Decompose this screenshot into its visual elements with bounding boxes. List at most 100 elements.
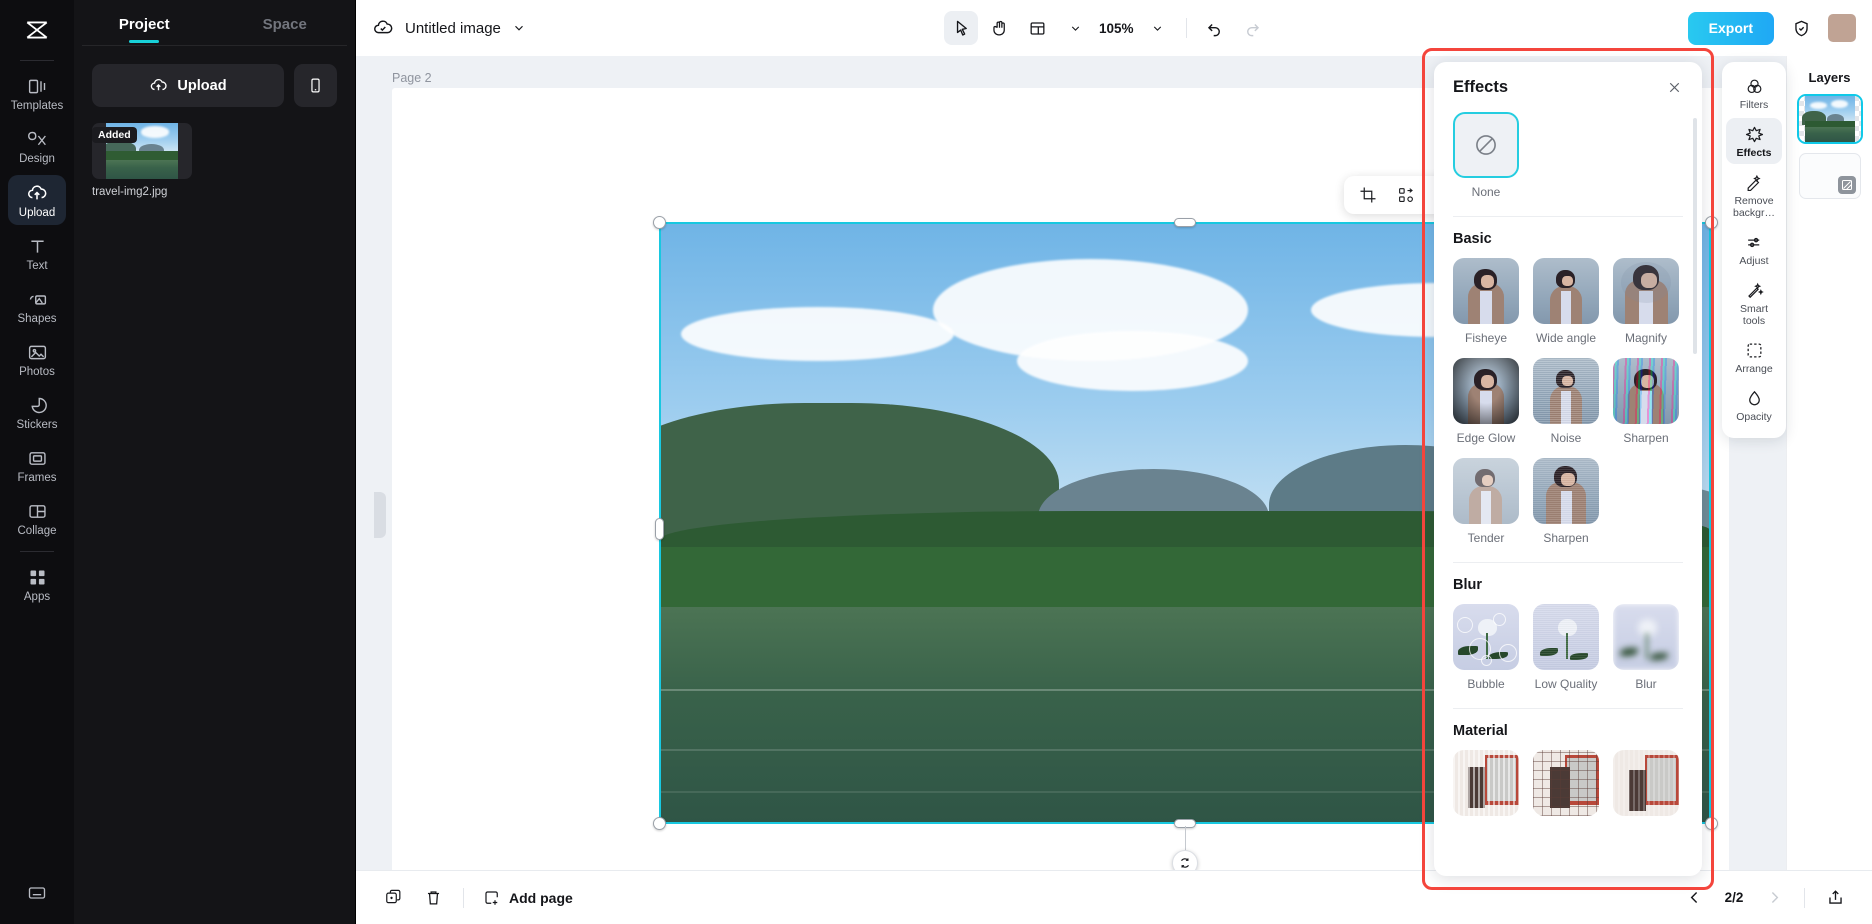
tool-remove-background[interactable]: Remove backgr… <box>1726 166 1782 224</box>
effect-label: None <box>1471 185 1501 199</box>
tool-label: Opacity <box>1736 411 1772 423</box>
export-button[interactable]: Export <box>1687 11 1775 45</box>
sidebar-item-photos[interactable]: Photos <box>8 335 66 384</box>
effect-label: Fisheye <box>1464 331 1508 345</box>
hand-tool-button[interactable] <box>982 11 1016 45</box>
delete-page-button[interactable] <box>416 881 450 915</box>
effect-label: Wide angle <box>1535 331 1597 345</box>
sidebar-label: Photos <box>19 366 55 378</box>
rotate-handle[interactable] <box>1172 850 1198 870</box>
effect-tile-blur[interactable]: Blur <box>1613 604 1679 691</box>
tool-label: Remove backgr… <box>1732 195 1775 219</box>
effect-tile-wide-angle[interactable]: Wide angle <box>1533 258 1599 345</box>
avatar[interactable] <box>1828 14 1857 42</box>
effect-tile-sharpen[interactable]: Sharpen <box>1613 358 1679 445</box>
help-icon[interactable] <box>8 876 66 908</box>
tool-adjust[interactable]: Adjust <box>1726 226 1782 272</box>
phone-upload-button[interactable] <box>294 64 337 107</box>
shield-check-icon[interactable] <box>1784 11 1818 45</box>
resize-handle-top[interactable] <box>1174 218 1196 227</box>
effect-tile-low-quality[interactable]: Low Quality <box>1533 604 1599 691</box>
effect-thumbnail <box>1613 604 1679 670</box>
sidebar-item-text[interactable]: Text <box>8 229 66 278</box>
capcut-logo-icon[interactable] <box>17 10 57 50</box>
document-title[interactable]: Untitled image <box>372 17 526 39</box>
replace-button[interactable] <box>1390 180 1422 210</box>
effect-tile-tender[interactable]: Tender <box>1453 458 1519 545</box>
asset-thumbnail[interactable]: Added <box>92 123 192 179</box>
tab-label: Project <box>118 16 170 33</box>
effect-tile-material-1[interactable] <box>1453 750 1519 823</box>
asset-item[interactable]: Added travel-img2.jpg <box>92 123 192 198</box>
effect-thumbnail <box>1453 750 1519 816</box>
panel-divider <box>82 45 347 46</box>
effect-thumbnail <box>1533 258 1599 324</box>
share-button[interactable] <box>1818 881 1852 915</box>
sidebar-item-design[interactable]: Design <box>8 122 66 171</box>
effects-grid-basic: Fisheye Wide angle Magnify Edge Glow Noi… <box>1453 258 1683 545</box>
upload-row: Upload <box>74 64 355 107</box>
prev-page-button[interactable] <box>1677 881 1711 915</box>
effect-tile-magnify[interactable]: Magnify <box>1613 258 1679 345</box>
tool-filters[interactable]: Filters <box>1726 70 1782 116</box>
zoom-caret-button[interactable] <box>1141 11 1175 45</box>
layout-caret-button[interactable] <box>1058 11 1092 45</box>
tab-space[interactable]: Space <box>215 6 356 45</box>
effect-thumbnail <box>1453 258 1519 324</box>
resize-handle-bl[interactable] <box>653 817 666 830</box>
effects-panel-body[interactable]: None Basic Fisheye Wide angle Magnify Ed… <box>1434 112 1702 876</box>
sidebar-item-shapes[interactable]: Shapes <box>8 282 66 331</box>
effect-label: Edge Glow <box>1456 431 1516 445</box>
rail-divider <box>20 60 54 61</box>
sidebar-item-stickers[interactable]: Stickers <box>8 388 66 437</box>
effect-tile-material-3[interactable] <box>1613 750 1679 823</box>
redo-button[interactable] <box>1236 11 1270 45</box>
select-tool-button[interactable] <box>944 11 979 45</box>
panel-collapse-handle[interactable] <box>374 492 386 538</box>
effects-scrollbar[interactable] <box>1693 118 1697 354</box>
left-navigation-rail: Templates Design Upload Text Shapes Phot… <box>0 0 74 924</box>
resize-handle-tr[interactable] <box>1705 216 1718 229</box>
add-page-button[interactable]: Add page <box>477 889 579 907</box>
resize-handle-br[interactable] <box>1705 817 1718 830</box>
sidebar-item-frames[interactable]: Frames <box>8 441 66 490</box>
effect-thumbnail <box>1533 458 1599 524</box>
effect-thumbnail <box>1613 750 1679 816</box>
sidebar-label: Apps <box>23 591 51 603</box>
section-divider-3 <box>1453 708 1683 709</box>
resize-handle-tl[interactable] <box>653 216 666 229</box>
tool-effects[interactable]: Effects <box>1726 118 1782 164</box>
tool-label: Effects <box>1736 147 1772 159</box>
undo-button[interactable] <box>1198 11 1232 45</box>
layout-tool-button[interactable] <box>1020 11 1054 45</box>
effect-tile-fisheye[interactable]: Fisheye <box>1453 258 1519 345</box>
effect-tile-sharpen-2[interactable]: Sharpen <box>1533 458 1599 545</box>
top-toolbar: Untitled image 105% Export <box>356 0 1872 56</box>
next-page-button[interactable] <box>1757 881 1791 915</box>
duplicate-page-button[interactable] <box>376 881 410 915</box>
arrange-icon <box>1745 341 1764 360</box>
effect-tile-bubble[interactable]: Bubble <box>1453 604 1519 691</box>
effect-tile-none[interactable]: None <box>1453 112 1683 199</box>
chevron-down-icon[interactable] <box>512 21 526 35</box>
upload-button[interactable]: Upload <box>92 64 284 107</box>
sidebar-item-collage[interactable]: Collage <box>8 494 66 543</box>
crop-button[interactable] <box>1352 180 1384 210</box>
tool-opacity[interactable]: Opacity <box>1726 382 1782 428</box>
effect-tile-material-2[interactable] <box>1533 750 1599 823</box>
tool-arrange[interactable]: Arrange <box>1726 334 1782 380</box>
sidebar-item-templates[interactable]: Templates <box>8 69 66 118</box>
resize-handle-left[interactable] <box>655 518 664 540</box>
effect-tile-noise[interactable]: Noise <box>1533 358 1599 445</box>
effect-label: Low Quality <box>1534 677 1598 691</box>
sidebar-item-upload[interactable]: Upload <box>8 175 66 225</box>
sidebar-item-apps[interactable]: Apps <box>8 560 66 609</box>
close-icon[interactable] <box>1666 79 1683 96</box>
tool-smart-tools[interactable]: Smart tools <box>1726 274 1782 332</box>
layer-item-image[interactable] <box>1796 94 1863 144</box>
tab-project[interactable]: Project <box>74 6 215 45</box>
effect-thumbnail <box>1533 604 1599 670</box>
tool-label: Adjust <box>1739 255 1769 267</box>
layer-item-blank[interactable] <box>1798 153 1861 199</box>
effect-tile-edge-glow[interactable]: Edge Glow <box>1453 358 1519 445</box>
